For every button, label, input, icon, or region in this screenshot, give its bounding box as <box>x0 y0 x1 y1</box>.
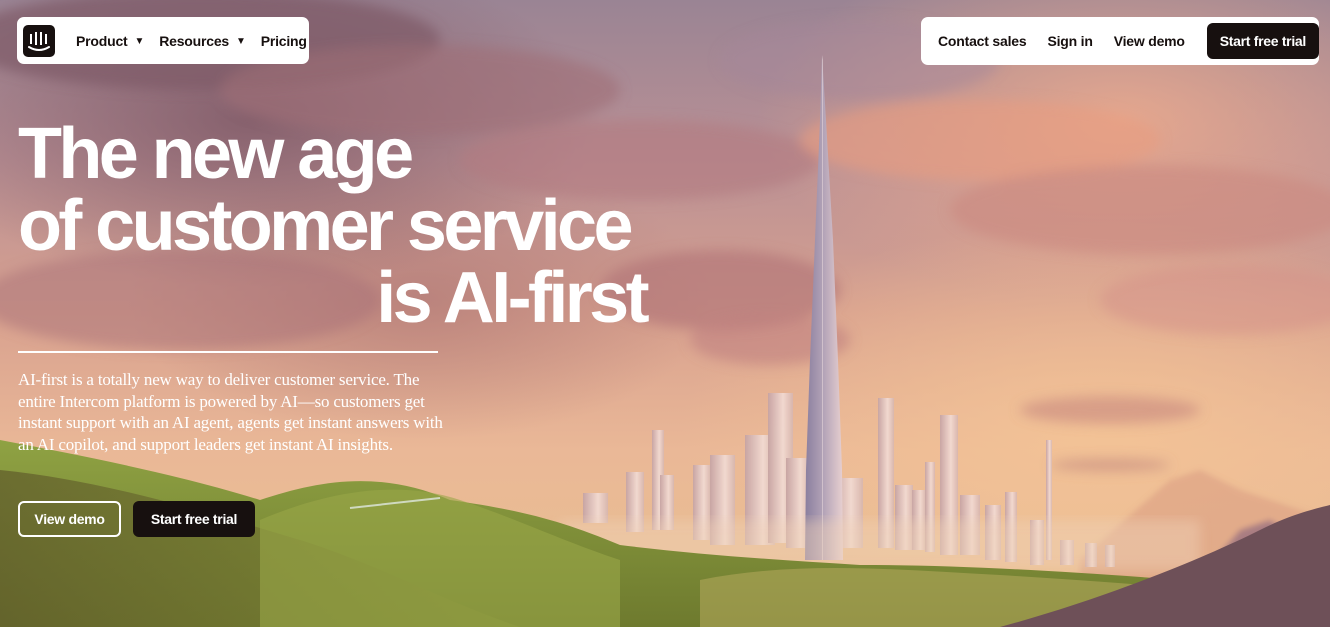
nav-pricing-link[interactable]: Pricing <box>261 33 307 49</box>
contact-sales-link[interactable]: Contact sales <box>938 33 1027 49</box>
hero-start-free-trial-button[interactable]: Start free trial <box>133 501 255 537</box>
nav-start-free-trial-button[interactable]: Start free trial <box>1206 23 1319 59</box>
view-demo-link[interactable]: View demo <box>1114 33 1185 49</box>
sign-in-link[interactable]: Sign in <box>1047 33 1092 49</box>
hero-headline: The new age of customer service is AI-fi… <box>18 118 658 334</box>
headline-line-1: The new age <box>18 114 414 194</box>
hero-description: AI-first is a totally new way to deliver… <box>18 370 443 454</box>
nav-product-label: Product <box>76 32 128 49</box>
caret-down-icon: ▼ <box>134 35 145 47</box>
primary-nav: Product ▼ Resources ▼ Pricing <box>17 17 309 64</box>
headline-line-2: of customer service <box>18 186 634 266</box>
hero-divider <box>18 351 438 353</box>
nav-resources-dropdown[interactable]: Resources ▼ <box>159 33 246 49</box>
nav-resources-label: Resources <box>159 32 229 49</box>
caret-down-icon: ▼ <box>236 35 246 47</box>
intercom-logo-icon[interactable] <box>23 24 55 57</box>
headline-line-3: is AI-first <box>376 258 649 338</box>
hero-view-demo-button[interactable]: View demo <box>18 501 121 537</box>
secondary-nav: Contact sales Sign in View demo Start fr… <box>921 17 1319 65</box>
nav-product-dropdown[interactable]: Product ▼ <box>76 33 144 49</box>
